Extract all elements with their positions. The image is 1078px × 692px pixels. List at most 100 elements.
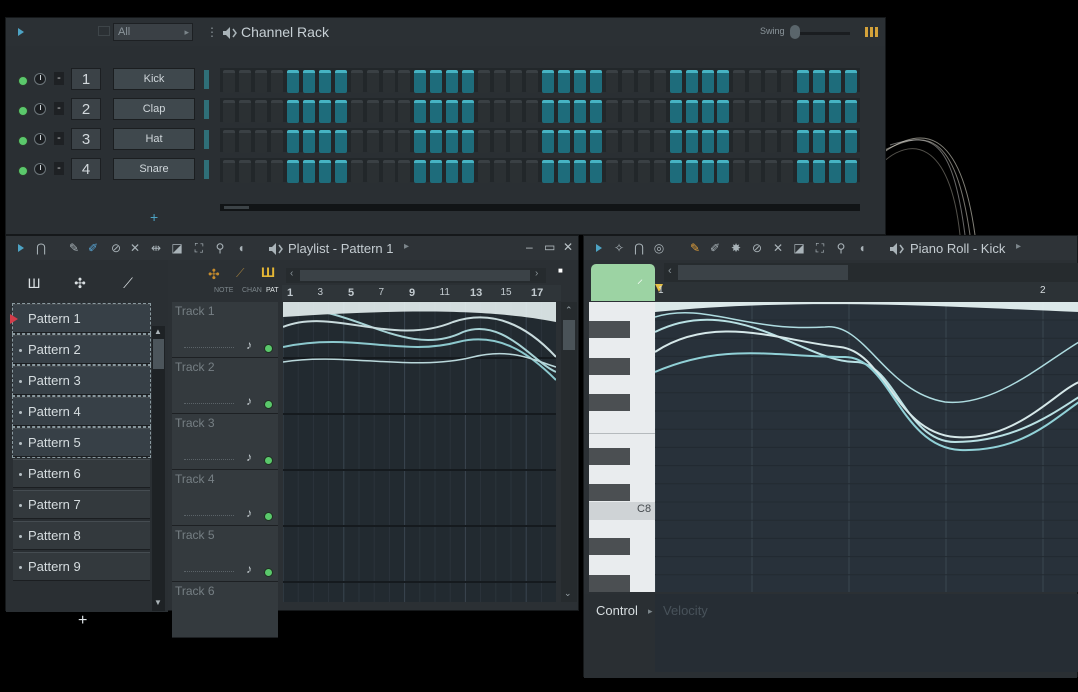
piano-black-key[interactable] xyxy=(589,538,630,555)
piano-roll-time-ruler[interactable]: 1 2 xyxy=(655,282,1078,302)
paint-brush-icon[interactable]: ✐ xyxy=(86,241,100,255)
step-button[interactable] xyxy=(254,100,267,123)
step-button[interactable] xyxy=(829,130,842,153)
scroll-down-icon[interactable]: ▼ xyxy=(154,598,162,607)
step-button[interactable] xyxy=(781,100,794,123)
scroll-thumb[interactable] xyxy=(153,339,164,369)
options-dots-icon[interactable]: ⋮ xyxy=(206,25,218,39)
audio-icon[interactable]: ✣ xyxy=(68,275,92,293)
step-button[interactable] xyxy=(797,100,810,123)
velocity-lane[interactable]: Velocity xyxy=(655,594,1078,672)
step-button[interactable] xyxy=(270,160,283,183)
step-button[interactable] xyxy=(382,160,395,183)
step-button[interactable] xyxy=(382,100,395,123)
track-header[interactable]: Track 5 ♪ xyxy=(172,526,278,582)
step-scrollbar[interactable] xyxy=(220,204,860,211)
step-button[interactable] xyxy=(733,160,746,183)
piano-roll-grid[interactable] xyxy=(655,302,1078,592)
step-button[interactable] xyxy=(733,100,746,123)
step-button[interactable] xyxy=(334,130,347,153)
step-button[interactable] xyxy=(366,70,379,93)
swing-slider-handle[interactable] xyxy=(790,25,800,39)
pattern-item[interactable]: Pattern 3 xyxy=(12,365,151,396)
scroll-right-icon[interactable]: › xyxy=(535,268,538,279)
step-button[interactable] xyxy=(366,160,379,183)
channel-rack-titlebar[interactable]: All ▸ ⋮ Channel Rack Swing xyxy=(6,18,885,46)
menu-arrow-icon[interactable] xyxy=(596,244,602,252)
step-button[interactable] xyxy=(605,130,618,153)
step-button[interactable] xyxy=(238,100,251,123)
scroll-thumb[interactable] xyxy=(563,320,575,350)
pencil-icon[interactable]: ✎ xyxy=(688,241,702,255)
step-button[interactable] xyxy=(446,130,459,153)
step-button[interactable] xyxy=(286,70,299,93)
pattern-item[interactable]: Pattern 8 xyxy=(13,521,150,550)
step-button[interactable] xyxy=(845,160,858,183)
magnet-icon[interactable]: ⋂ xyxy=(632,241,646,255)
step-button[interactable] xyxy=(717,130,730,153)
pattern-clip-icon[interactable]: Ш xyxy=(261,264,275,280)
step-button[interactable] xyxy=(781,70,794,93)
step-button[interactable] xyxy=(685,160,698,183)
step-button[interactable] xyxy=(462,100,475,123)
step-button[interactable] xyxy=(813,70,826,93)
step-button[interactable] xyxy=(254,160,267,183)
step-button[interactable] xyxy=(749,100,762,123)
step-button[interactable] xyxy=(845,100,858,123)
piano-black-key[interactable] xyxy=(589,448,630,465)
step-button[interactable] xyxy=(701,100,714,123)
step-button[interactable] xyxy=(223,100,235,123)
channel-led[interactable] xyxy=(18,166,28,176)
speaker-icon[interactable] xyxy=(889,242,905,256)
slip-icon[interactable]: ⇹ xyxy=(149,241,163,255)
mute-icon[interactable]: ✕ xyxy=(128,241,142,255)
step-button[interactable] xyxy=(414,160,427,183)
step-button[interactable] xyxy=(526,130,539,153)
channel-led[interactable] xyxy=(18,106,28,116)
step-button[interactable] xyxy=(510,160,523,183)
step-button[interactable] xyxy=(813,160,826,183)
step-button[interactable] xyxy=(829,70,842,93)
step-button[interactable] xyxy=(302,70,315,93)
pattern-item[interactable]: Pattern 7 xyxy=(13,490,150,519)
channel-filter-select[interactable]: All ▸ xyxy=(113,23,193,41)
scroll-left-icon[interactable]: ‹ xyxy=(668,265,672,277)
add-channel-button[interactable]: + xyxy=(150,209,158,225)
audio-clip-icon[interactable]: ✣ xyxy=(208,266,220,283)
step-button[interactable] xyxy=(749,70,762,93)
mixer-track-number[interactable]: 3 xyxy=(71,128,101,150)
ruler-menu-icon[interactable]: ■ xyxy=(558,266,563,275)
step-button[interactable] xyxy=(542,160,554,183)
step-button[interactable] xyxy=(621,130,634,153)
chevron-right-icon[interactable]: ▸ xyxy=(404,241,409,252)
control-label[interactable]: Control xyxy=(596,603,638,618)
step-button[interactable] xyxy=(238,130,251,153)
step-button[interactable] xyxy=(430,160,443,183)
step-button[interactable] xyxy=(557,100,570,123)
step-button[interactable] xyxy=(781,160,794,183)
step-button[interactable] xyxy=(286,130,299,153)
piano-black-key[interactable] xyxy=(589,321,630,338)
step-button[interactable] xyxy=(318,70,331,93)
step-button[interactable] xyxy=(589,70,602,93)
pattern-scrollbar[interactable]: ▲ ▼ xyxy=(152,326,165,611)
step-button[interactable] xyxy=(494,70,507,93)
step-button[interactable] xyxy=(765,100,778,123)
volume-button[interactable]: - xyxy=(54,72,64,85)
step-button[interactable] xyxy=(510,70,523,93)
step-button[interactable] xyxy=(318,160,331,183)
step-button[interactable] xyxy=(462,160,475,183)
piano-black-key[interactable] xyxy=(589,575,630,592)
piano-roll-hscroll[interactable]: ‹ xyxy=(664,263,1078,282)
step-button[interactable] xyxy=(238,70,251,93)
step-button[interactable] xyxy=(526,160,539,183)
track-mute-led[interactable] xyxy=(264,344,273,353)
pattern-item[interactable]: Pattern 9 xyxy=(13,552,150,581)
playlist-hscroll[interactable]: ‹ › xyxy=(286,268,546,283)
step-button[interactable] xyxy=(653,70,666,93)
magnet-icon[interactable]: ⋂ xyxy=(34,241,48,255)
pattern-item[interactable]: Pattern 5 xyxy=(12,427,151,458)
step-button[interactable] xyxy=(494,160,507,183)
step-button[interactable] xyxy=(494,130,507,153)
step-button[interactable] xyxy=(446,160,459,183)
